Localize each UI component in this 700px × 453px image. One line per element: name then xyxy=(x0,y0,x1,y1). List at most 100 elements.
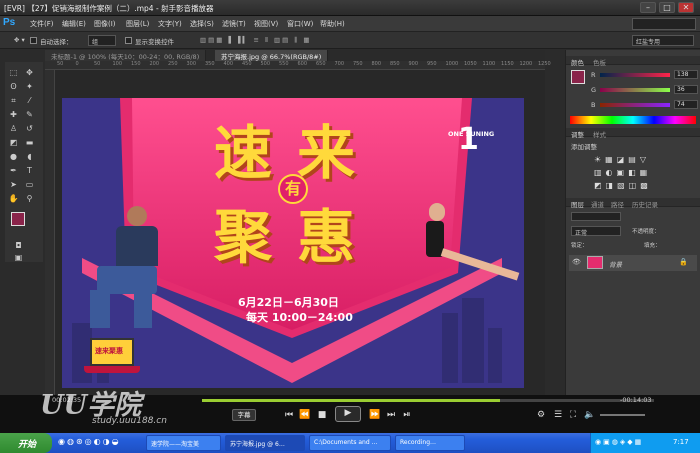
close-button[interactable]: ✕ xyxy=(678,2,694,13)
shape-tool-icon[interactable]: ▭ xyxy=(24,179,35,190)
b-label: B xyxy=(591,101,596,109)
healing-brush-icon[interactable]: ✚ xyxy=(8,109,19,120)
r-slider[interactable] xyxy=(600,73,670,77)
tray-icons[interactable]: ◉▣◍◈◆▦ xyxy=(595,438,643,446)
layer-filter-dropdown[interactable] xyxy=(571,212,621,221)
g-value[interactable]: 36 xyxy=(674,85,698,94)
tab-history[interactable]: 历史记录 xyxy=(632,199,658,209)
tab-suning-poster[interactable]: 苏宁海报.jpg @ 66.7%(RGB/8#) xyxy=(215,50,329,61)
stop-icon[interactable]: ■ xyxy=(316,409,328,421)
ruler-tick-label: 300 xyxy=(186,61,197,67)
tab-untitled[interactable]: 未标题-1 @ 100% (每天10：00-24：00, RGB/8) xyxy=(45,50,207,61)
adjustment-icons[interactable]: ☀▦◪▤▽ ▥◐▣◧▦ ◩◨▧◫▩ xyxy=(594,153,694,193)
blur-tool-icon[interactable]: ● xyxy=(8,151,19,162)
menu-type[interactable]: 文字(Y) xyxy=(158,19,182,29)
auto-select-dropdown[interactable]: 组 xyxy=(88,35,116,46)
b-value[interactable]: 74 xyxy=(674,100,698,109)
quick-mask-icon[interactable]: ◘ xyxy=(13,240,24,251)
play-button[interactable]: ▶ xyxy=(335,406,361,422)
laptop-screen: 速来聚惠 xyxy=(90,338,134,366)
settings-icon[interactable]: ⚙ xyxy=(535,409,547,421)
poster-char-lai: 来 xyxy=(297,119,356,187)
layer-name[interactable]: 背景 xyxy=(609,259,622,269)
subtitle-button[interactable]: 字幕 xyxy=(232,409,256,421)
lasso-tool-icon[interactable]: ʘ xyxy=(8,81,19,92)
zoom-tool-icon[interactable]: ⚲ xyxy=(24,193,35,204)
menu-view[interactable]: 视图(V) xyxy=(254,19,278,29)
progress-bar[interactable] xyxy=(202,399,654,402)
ps-window-controls[interactable] xyxy=(632,18,696,30)
align-icons[interactable]: ▥▤▦ ▌▐▍ ≡ ⦀ ▥▤ ⫼ ▦ xyxy=(200,36,312,45)
auto-select-checkbox[interactable] xyxy=(30,37,37,44)
tab-swatches[interactable]: 色板 xyxy=(593,57,606,67)
maximize-button[interactable]: □ xyxy=(659,2,675,13)
hand-tool-icon[interactable]: ✋ xyxy=(8,193,19,204)
move-tool-icon[interactable]: ✥ xyxy=(24,67,35,78)
crop-tool-icon[interactable]: ⌗ xyxy=(8,95,19,106)
frame-step-icon[interactable]: ⏯ xyxy=(400,409,414,421)
brush-tool-icon[interactable]: ✎ xyxy=(24,109,35,120)
menu-help[interactable]: 帮助(H) xyxy=(320,19,345,29)
blend-mode-dropdown[interactable]: 正常 xyxy=(571,226,621,237)
ruler-tick-label: 1050 xyxy=(464,61,477,67)
move-tool-icon[interactable]: ✥ ▾ xyxy=(14,36,25,44)
show-transform-checkbox[interactable] xyxy=(125,37,132,44)
menu-image[interactable]: 图像(I) xyxy=(94,19,116,29)
ruler-tick-label: 150 xyxy=(131,61,141,67)
clone-stamp-icon[interactable]: ♙ xyxy=(8,123,19,134)
man-leg-left xyxy=(90,290,110,328)
tab-paths[interactable]: 路径 xyxy=(611,199,624,209)
task-explorer[interactable]: C:\Documents and … xyxy=(309,435,391,451)
history-brush-icon[interactable]: ↺ xyxy=(24,123,35,134)
menu-filter[interactable]: 滤镜(T) xyxy=(222,19,246,29)
pen-tool-icon[interactable]: ✒ xyxy=(8,165,19,176)
tab-layers[interactable]: 图层 xyxy=(571,199,584,209)
foreground-color-swatch[interactable] xyxy=(11,212,25,226)
magic-wand-icon[interactable]: ✦ xyxy=(24,81,35,92)
task-recording[interactable]: Recording… xyxy=(395,435,465,451)
menu-file[interactable]: 文件(F) xyxy=(30,19,54,29)
ruler-tick-label: 800 xyxy=(371,61,382,67)
workspace-dropdown[interactable]: 红盐专用 xyxy=(632,35,694,46)
r-value[interactable]: 138 xyxy=(674,70,698,79)
visibility-eye-icon[interactable]: 👁 xyxy=(572,258,581,266)
menu-window[interactable]: 窗口(W) xyxy=(287,19,313,29)
task-browser[interactable]: 速学院——淘宝美 xyxy=(146,435,221,451)
tab-styles[interactable]: 样式 xyxy=(593,129,606,139)
task-photoshop[interactable]: 苏宁海报.jpg @ 6… xyxy=(225,435,305,451)
time-total: -00:14:03 xyxy=(620,396,652,404)
layer-row[interactable]: 👁 背景 🔒 xyxy=(569,255,697,271)
playlist-icon[interactable]: ☰ xyxy=(552,409,564,421)
dodge-tool-icon[interactable]: ◖ xyxy=(24,151,35,162)
volume-slider[interactable] xyxy=(600,414,645,416)
tab-color[interactable]: 颜色 xyxy=(571,57,584,67)
next-icon[interactable]: ⏭ xyxy=(384,409,398,421)
gradient-tool-icon[interactable]: ▬ xyxy=(24,137,35,148)
tools-panel: ⬚ ✥ ʘ ✦ ⌗ ⁄ ✚ ✎ ♙ ↺ ◩ ▬ ● ◖ ✒ T ➤ ▭ ✋ ⚲ … xyxy=(5,62,43,262)
menu-layer[interactable]: 图层(L) xyxy=(126,19,149,29)
volume-icon[interactable]: 🔈 xyxy=(584,409,596,421)
marquee-tool-icon[interactable]: ⬚ xyxy=(8,67,19,78)
prev-icon[interactable]: ⏮ xyxy=(282,409,296,421)
ruler-tick-label: 1150 xyxy=(501,61,514,67)
type-tool-icon[interactable]: T xyxy=(24,165,35,176)
forward-icon[interactable]: ⏩ xyxy=(368,409,382,421)
screen-mode-icon[interactable]: ▣ xyxy=(13,252,24,263)
eyedropper-icon[interactable]: ⁄ xyxy=(24,95,35,106)
b-slider[interactable] xyxy=(600,103,670,107)
eraser-icon[interactable]: ◩ xyxy=(8,137,19,148)
g-slider[interactable] xyxy=(600,88,670,92)
menu-select[interactable]: 选择(S) xyxy=(190,19,214,29)
start-button[interactable]: 开始 xyxy=(0,433,52,453)
color-spectrum[interactable] xyxy=(570,116,696,124)
tab-channels[interactable]: 通道 xyxy=(591,199,604,209)
minimize-button[interactable]: – xyxy=(640,2,656,13)
fullscreen-icon[interactable]: ⛶ xyxy=(567,409,579,421)
rewind-icon[interactable]: ⏪ xyxy=(298,409,312,421)
tab-adjustments[interactable]: 调整 xyxy=(571,129,584,139)
panel-fg-swatch[interactable] xyxy=(571,70,585,84)
path-select-icon[interactable]: ➤ xyxy=(8,179,19,190)
menu-edit[interactable]: 编辑(E) xyxy=(62,19,86,29)
quick-launch-icons[interactable]: ◉◍⊛◎◐◑◒ xyxy=(58,437,121,446)
poster-artwork[interactable]: 速 来 聚 惠 有 6月22日－6月30日 每天 10:00－24:00 1 O… xyxy=(62,98,524,388)
